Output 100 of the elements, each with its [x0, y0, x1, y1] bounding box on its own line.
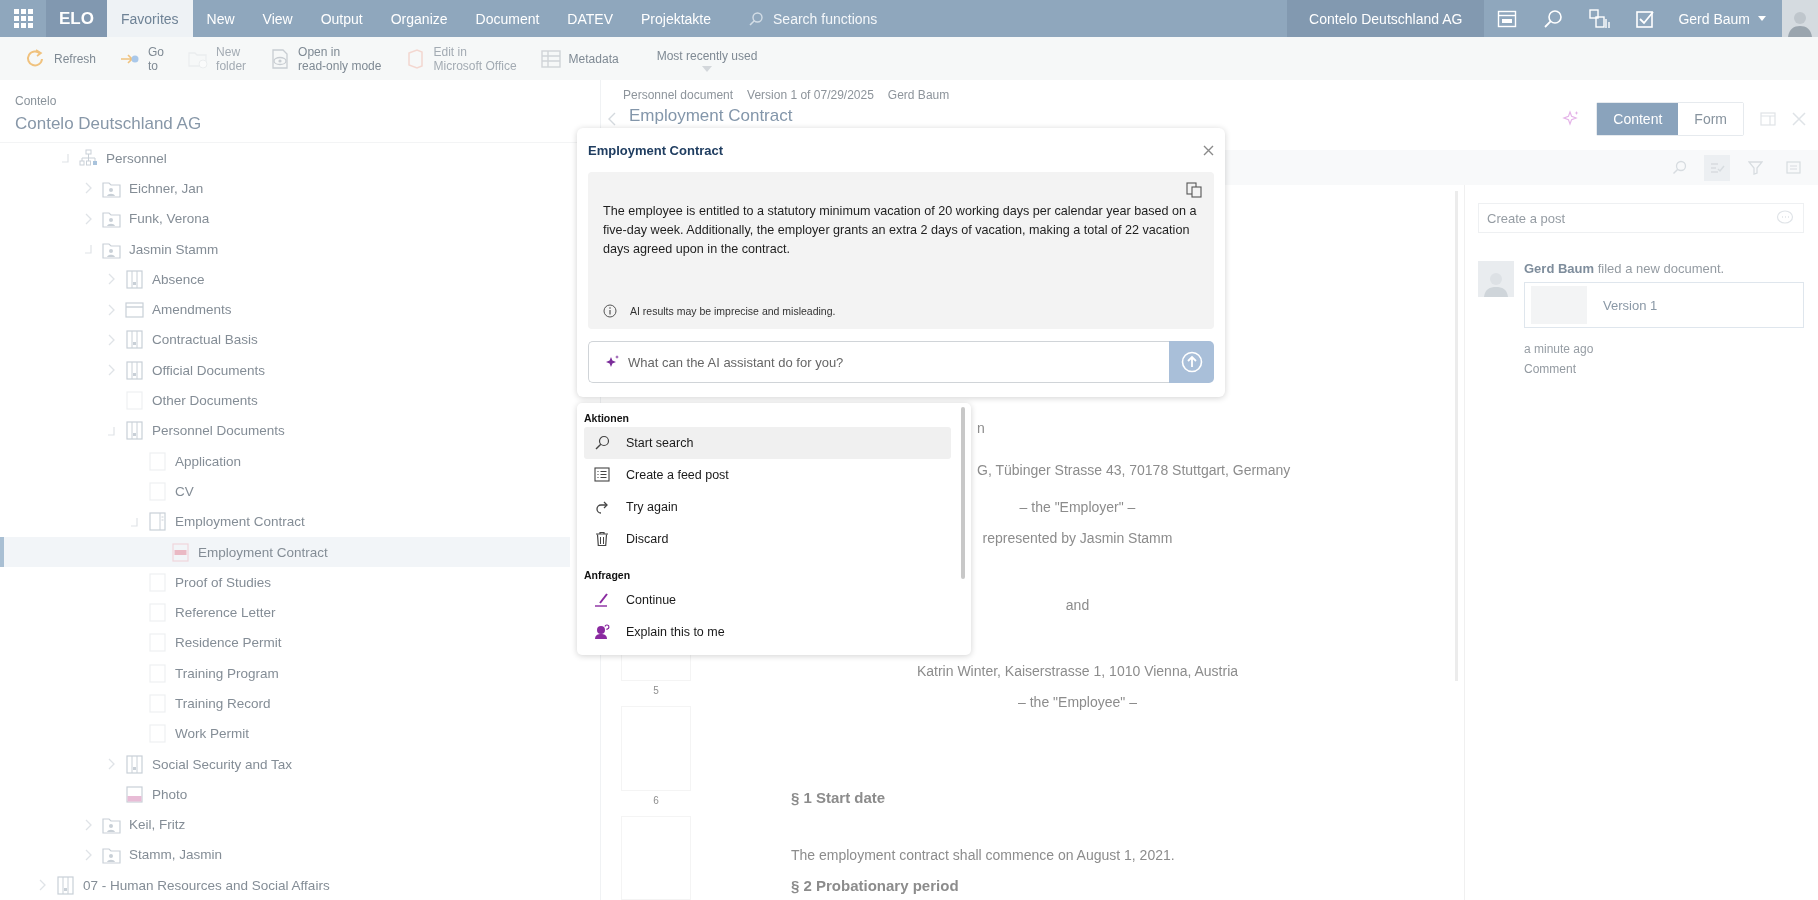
binder-icon: [125, 754, 144, 774]
comment-link[interactable]: Comment: [1524, 362, 1576, 376]
tree-item[interactable]: Reference Letter: [0, 597, 570, 628]
disclaimer: AI results may be imprecise and misleading.: [630, 305, 836, 317]
menu-item[interactable]: Start search: [584, 427, 951, 459]
toolbar-button[interactable]: Go to: [108, 44, 177, 73]
ai-response: The employee is entitled to a statutory minimum vacation of 20 working days per calendar year based on a five-day week. Additionally, the employer grants an extra 2 days of vacation, making a total of 22 vacation days agreed upon in the contract.: [603, 203, 1198, 258]
tree-item[interactable]: Employment Contract: [0, 506, 570, 537]
tree-item[interactable]: Application: [0, 445, 570, 477]
user-menu[interactable]: Gerd Baum: [1668, 0, 1782, 37]
tree-item[interactable]: Social Security and Tax: [0, 748, 570, 780]
menu-tab[interactable]: New: [192, 0, 249, 37]
document-line: – the "Employer" –: [1019, 498, 1136, 515]
company-name[interactable]: Contelo Deutschland AG: [1287, 0, 1485, 37]
chevron-left-icon[interactable]: [607, 112, 617, 126]
prompt-field[interactable]: What can the AI assistant do for you?: [588, 341, 1169, 383]
tree-item[interactable]: Absence: [0, 264, 570, 295]
dialog-title: Employment Contract: [588, 142, 724, 158]
menu-item[interactable]: Create a feed post: [584, 459, 951, 491]
post-field[interactable]: Create a post: [1478, 203, 1804, 233]
menu-tab[interactable]: Output: [306, 0, 377, 37]
menu-item[interactable]: Discard: [584, 523, 951, 555]
document-icon: [148, 512, 167, 532]
tree-item[interactable]: Stamm, Jasmin: [0, 839, 570, 871]
search-icon[interactable]: [1671, 160, 1687, 175]
section-heading: § 1 Start date: [791, 788, 886, 806]
tree-item[interactable]: Residence Permit: [0, 627, 570, 659]
window-icon[interactable]: [1497, 8, 1518, 29]
binder-icon: [125, 269, 144, 289]
tree-item[interactable]: Jasmin Stamm: [0, 233, 570, 265]
redo-arrow-icon: [594, 499, 610, 515]
list-icon: [594, 467, 610, 483]
tree-item[interactable]: Amendments: [0, 294, 570, 325]
menu-tab[interactable]: Projektakte: [627, 0, 726, 37]
menu-item[interactable]: Try again: [584, 491, 951, 523]
tree-item[interactable]: 07 - Human Resources and Social Affairs: [0, 870, 570, 900]
display-mode-tab[interactable]: Content: [1597, 103, 1679, 135]
tree-item[interactable]: Photo: [0, 779, 570, 810]
arrow-up-circle-icon: [1180, 351, 1203, 373]
page-number: 6: [653, 794, 659, 806]
toolbar-button[interactable]: Refresh: [14, 48, 109, 69]
page-number: 5: [653, 685, 659, 697]
section-heading: § 2 Probationary period: [791, 876, 959, 894]
caret-icon: [1758, 16, 1766, 21]
copy-icon[interactable]: [1186, 182, 1202, 198]
search-icon[interactable]: [1543, 8, 1564, 29]
info-icon: [603, 304, 617, 318]
search-icon: [749, 11, 764, 26]
tree-item[interactable]: Keil, Fritz: [0, 809, 570, 840]
section-heading: Anfragen: [584, 568, 632, 583]
tree-item[interactable]: Employment Contract: [0, 536, 570, 568]
panel-layout-icon[interactable]: [1760, 111, 1776, 127]
filter-icon[interactable]: [1747, 160, 1763, 175]
pen-icon: [594, 592, 610, 608]
menu-tab[interactable]: DATEV: [553, 0, 627, 37]
version-card[interactable]: Version 1: [1524, 282, 1804, 328]
tree-item[interactable]: CV: [0, 476, 570, 507]
eye-document-icon: [270, 48, 291, 69]
org-chart-icon[interactable]: [1588, 7, 1611, 30]
close-icon[interactable]: [1203, 144, 1214, 156]
breadcrumb[interactable]: Contelo: [0, 80, 600, 108]
image-file-icon: [125, 784, 144, 804]
trash-icon: [594, 531, 610, 547]
menu-item[interactable]: Explain this to me: [584, 616, 951, 648]
menu-tab[interactable]: View: [248, 0, 307, 37]
author-name: Gerd Baum: [887, 88, 950, 102]
search-field[interactable]: Search functions: [771, 9, 976, 28]
tree-item[interactable]: Funk, Verona: [0, 203, 570, 234]
document-line: Katrin Winter, Kaiserstrasse 1, 1010 Vienna, Austria: [916, 663, 1239, 680]
chat-bubble-icon[interactable]: [1776, 210, 1794, 226]
scrollbar-thumb[interactable]: [961, 407, 965, 579]
tree-item[interactable]: Training Program: [0, 658, 570, 689]
tree-item[interactable]: Work Permit: [0, 718, 570, 749]
version-info: Version 1 of 07/29/2025: [747, 88, 874, 102]
send-button[interactable]: [1169, 341, 1214, 383]
list-panel-icon[interactable]: [1785, 160, 1801, 175]
tree-item[interactable]: Training Record: [0, 688, 570, 719]
menu-tab[interactable]: Document: [461, 0, 554, 37]
apps-grid-icon[interactable]: [13, 9, 33, 28]
binder-icon: [56, 875, 75, 895]
tree-item[interactable]: Official Documents: [0, 355, 570, 386]
tree-item[interactable]: Personnel Documents: [0, 415, 570, 446]
checkbox-icon[interactable]: [1635, 8, 1656, 29]
menu-tab[interactable]: Organize: [376, 0, 462, 37]
sort-dropdown[interactable]: Most recently used: [650, 44, 764, 73]
menu-item[interactable]: Continue: [584, 584, 951, 616]
person-folder-icon: [102, 815, 121, 835]
menu-tab[interactable]: Favorites: [107, 0, 193, 37]
binder-icon: [125, 421, 144, 441]
tree-item[interactable]: Proof of Studies: [0, 567, 570, 598]
tree-item[interactable]: Other Documents: [0, 385, 570, 416]
org-chart-icon: [79, 148, 98, 168]
tree-item[interactable]: Eichner, Jan: [0, 173, 570, 204]
search-icon: [594, 435, 610, 451]
toolbar-button[interactable]: Open in read-only mode: [258, 44, 394, 73]
tree-item[interactable]: Contractual Basis: [0, 324, 570, 356]
pdf-file-icon: [171, 542, 190, 562]
toolbar-button[interactable]: Metadata: [528, 48, 631, 69]
tree-item[interactable]: Personnel: [0, 143, 570, 174]
document-paragraph: The employment contract shall commence on August 1, 2021.: [791, 847, 1175, 863]
